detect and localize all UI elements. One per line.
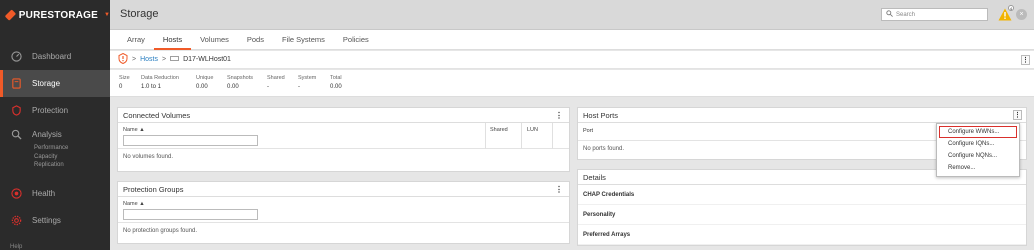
sort-asc-icon: ▲ [139, 201, 145, 207]
panel-title: Protection Groups [123, 184, 184, 194]
brand-name: PURESTORAGE [18, 9, 99, 21]
name-filter-input[interactable] [123, 209, 258, 220]
stat-value: 0.00 [330, 84, 342, 90]
sidebar-item-label: Health [32, 188, 56, 198]
host-actions-kebab-icon[interactable]: ⋮ [1021, 55, 1030, 65]
sidebar-item-label: Settings [32, 215, 61, 225]
sidebar-item-protection[interactable]: Protection [0, 97, 110, 124]
column-header-lun[interactable]: LUN [527, 127, 538, 133]
column-header-name[interactable]: Name ▲ [123, 127, 145, 133]
breadcrumb-separator: > [162, 56, 167, 63]
panel-title: Host Ports [583, 110, 619, 120]
name-filter-input[interactable] [123, 135, 258, 146]
sidebar-item-label: Analysis [32, 129, 62, 139]
protection-groups-panel: Protection Groups ⋮ Name ▲ No protection… [117, 181, 570, 244]
host-ports-actions-menu: Configure WWNs... Configure IQNs... Conf… [936, 123, 1020, 177]
sidebar-item-label: Dashboard [32, 52, 72, 61]
tab-hosts[interactable]: Hosts [153, 30, 192, 50]
breadcrumb-separator: > [132, 56, 137, 63]
menu-item-configure-wwns[interactable]: Configure WWNs... [939, 126, 1017, 138]
stat-unique: Unique 0.00 [196, 75, 214, 90]
panel-title: Details [583, 172, 606, 182]
detail-personality: Personality [578, 205, 1026, 225]
sidebar-item-dashboard[interactable]: Dashboard [0, 43, 110, 70]
sidebar-item-settings[interactable]: Settings [0, 207, 110, 234]
stat-value: - [267, 84, 269, 90]
stat-shared: Shared - [267, 75, 285, 90]
health-icon [10, 187, 22, 199]
tab-pods[interactable]: Pods [238, 30, 273, 50]
breadcrumb: > Hosts > D17-WLHost01 ⋮ [110, 51, 1034, 69]
pure-logo-icon [4, 9, 17, 21]
hosts-shield-icon [118, 52, 128, 66]
sidebar-item-label: Protection [32, 106, 69, 115]
empty-message: No protection groups found. [123, 228, 198, 234]
subnav-item-replication[interactable]: Replication [34, 161, 110, 170]
panel-title: Connected Volumes [123, 110, 191, 120]
connected-volumes-panel: Connected Volumes ⋮ Name ▲ Shared LUN No… [117, 107, 570, 172]
breadcrumb-hosts-link[interactable]: Hosts [140, 56, 158, 63]
stat-value: 0 [119, 84, 123, 90]
storage-tabs: Array Hosts Volumes Pods File Systems Po… [110, 30, 1034, 50]
stat-value: 0.00 [196, 84, 208, 90]
sort-asc-icon: ▲ [139, 127, 145, 133]
stat-value: 0.00 [227, 84, 239, 90]
stat-value: 1.0 to 1 [141, 84, 162, 90]
stat-size: Size 0 [119, 75, 130, 90]
menu-item-configure-nqns[interactable]: Configure NQNs... [937, 150, 1019, 162]
kebab-menu-icon[interactable]: ⋮ [555, 185, 563, 194]
stat-snapshots: Snapshots 0.00 [227, 75, 253, 90]
search-input[interactable]: Search [881, 8, 988, 21]
stat-value: - [298, 84, 300, 90]
menu-item-configure-iqns[interactable]: Configure IQNs... [937, 138, 1019, 150]
tab-policies[interactable]: Policies [334, 30, 378, 50]
kebab-menu-icon[interactable]: ⋮ [555, 111, 563, 120]
search-placeholder: Search [896, 11, 916, 18]
stat-total: Total 0.00 [330, 75, 342, 90]
help-link[interactable]: Help [10, 244, 22, 250]
stat-system: System - [298, 75, 317, 90]
shield-icon [10, 105, 22, 117]
menu-item-remove[interactable]: Remove... [937, 162, 1019, 174]
page-title: Storage [120, 8, 159, 20]
details-panel: Details CHAP Credentials Personality Pre… [577, 169, 1027, 246]
sidebar: PURESTORAGE ▼ Dashboard Storage Protecti… [0, 0, 110, 250]
detail-chap-credentials: CHAP Credentials [578, 185, 1026, 205]
analysis-subnav: Performance Capacity Replication [0, 144, 110, 170]
tab-volumes[interactable]: Volumes [191, 30, 238, 50]
tab-array[interactable]: Array [118, 30, 154, 50]
sidebar-item-storage[interactable]: Storage [0, 70, 110, 97]
subnav-item-performance[interactable]: Performance [34, 144, 110, 153]
analysis-icon [10, 128, 22, 140]
storage-icon [10, 78, 22, 90]
pgroups-table-header: Name ▲ [118, 197, 569, 223]
alert-count-badge: 4 [1008, 5, 1014, 11]
top-header: Storage Search 4 × [110, 0, 1034, 30]
search-icon [886, 10, 893, 19]
sidebar-item-label: Storage [32, 79, 61, 88]
column-header-shared[interactable]: Shared [490, 127, 508, 133]
empty-message: No volumes found. [123, 154, 174, 160]
host-icon [170, 56, 179, 63]
stat-data-reduction: Data Reduction 1.0 to 1 [141, 75, 179, 90]
subnav-item-capacity[interactable]: Capacity [34, 153, 110, 162]
gear-icon [10, 214, 22, 226]
column-header-port[interactable]: Port [583, 128, 593, 134]
tab-file-systems[interactable]: File Systems [273, 30, 334, 50]
breadcrumb-host-name: D17-WLHost01 [183, 56, 231, 63]
sidebar-item-analysis[interactable]: Analysis [0, 124, 110, 144]
volumes-table-header: Name ▲ Shared LUN [118, 123, 569, 149]
detail-preferred-arrays: Preferred Arrays [578, 225, 1026, 245]
column-header-name[interactable]: Name ▲ [123, 201, 145, 207]
brand-logo[interactable]: PURESTORAGE ▼ [0, 0, 110, 30]
host-ports-kebab-icon[interactable]: ⋮ [1013, 110, 1022, 120]
host-stats: Size 0 Data Reduction 1.0 to 1 Unique 0.00 … [110, 70, 1034, 97]
sidebar-item-health[interactable]: Health [0, 180, 110, 207]
dashboard-icon [10, 51, 22, 63]
close-icon[interactable]: × [1016, 9, 1027, 20]
